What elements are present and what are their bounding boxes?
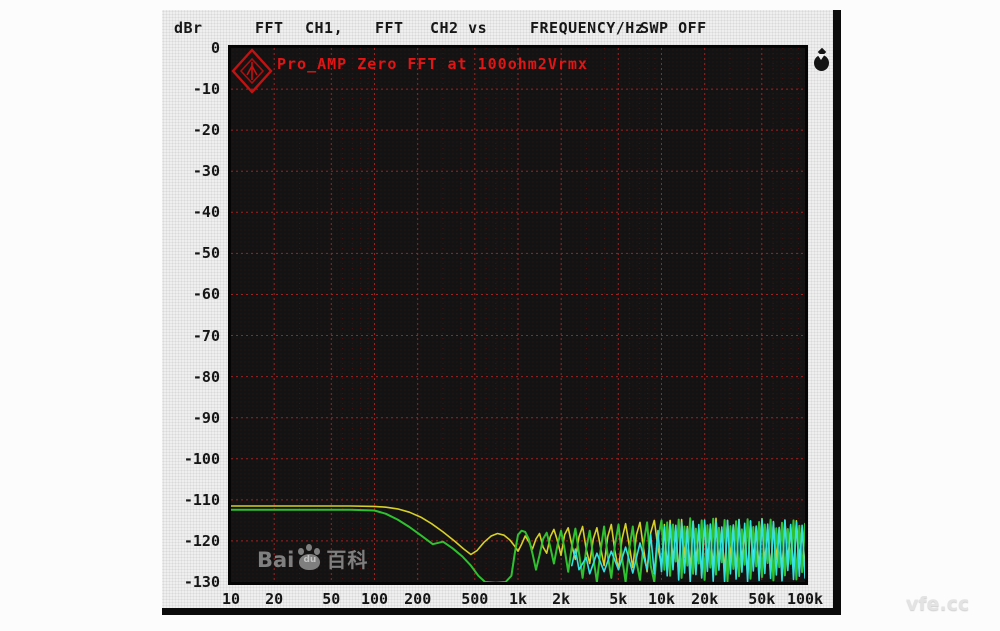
- header-sweep-status: SWP OFF: [640, 19, 707, 37]
- y-tick-label: -60: [162, 284, 220, 304]
- x-tick-label: 100k: [775, 589, 835, 609]
- y-tick-label: -10: [162, 79, 220, 99]
- diamond-logo-icon: [231, 48, 273, 94]
- header-ch2-label: CH2 vs: [430, 19, 487, 37]
- plot-title: Pro_AMP Zero FFT at 100ohm2Vrmx: [277, 55, 588, 73]
- baidu-paw-icon: du: [296, 544, 324, 572]
- y-tick-label: 0: [162, 38, 220, 58]
- y-tick-label: -90: [162, 408, 220, 428]
- baidu-paw-du-label: du: [299, 555, 320, 565]
- y-tick-label: -40: [162, 202, 220, 222]
- bomb-marker-icon: [814, 49, 830, 72]
- site-watermark: vfe.cc: [906, 593, 969, 615]
- y-tick-label: -50: [162, 243, 220, 263]
- y-tick-label: -70: [162, 326, 220, 346]
- y-tick-label: -80: [162, 367, 220, 387]
- x-tick-label: 20: [244, 589, 304, 609]
- header-fft-ch2-type: FFT: [375, 19, 404, 37]
- y-axis-unit-label: dBr: [174, 19, 203, 37]
- x-tick-label: 20k: [675, 589, 735, 609]
- header-fft-ch1-type: FFT: [255, 19, 284, 37]
- baidu-baike-watermark: Bai du 百科: [257, 542, 368, 572]
- header-x-axis-label: FREQUENCY/Hz: [530, 19, 644, 37]
- x-tick-label: 2k: [531, 589, 591, 609]
- x-tick-label: 200: [388, 589, 448, 609]
- y-tick-label: -100: [162, 449, 220, 469]
- header-ch1-label: CH1,: [305, 19, 343, 37]
- analyzer-panel: dBr FFT CH1, FFT CH2 vs FREQUENCY/Hz SWP…: [162, 10, 841, 615]
- plot-header: dBr FFT CH1, FFT CH2 vs FREQUENCY/Hz SWP…: [162, 19, 833, 41]
- baidu-watermark-prefix: Bai: [257, 548, 294, 572]
- fft-plot-area: Pro_AMP Zero FFT at 100ohm2Vrmx Bai du 百…: [228, 45, 808, 585]
- fft-trace-canvas: [231, 48, 805, 582]
- y-tick-label: -20: [162, 120, 220, 140]
- baidu-watermark-suffix: 百科: [326, 548, 368, 572]
- y-tick-label: -30: [162, 161, 220, 181]
- y-tick-label: -110: [162, 490, 220, 510]
- y-tick-label: -120: [162, 531, 220, 551]
